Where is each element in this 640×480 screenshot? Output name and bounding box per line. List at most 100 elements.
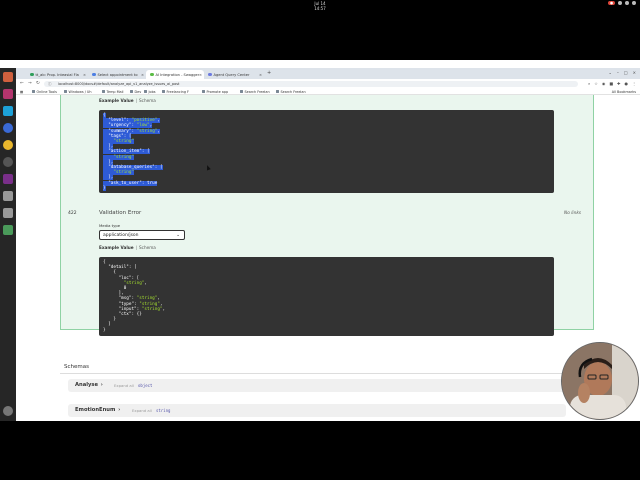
- extension-icon[interactable]: ■: [609, 81, 613, 86]
- bookmark-item[interactable]: Search Freelan: [276, 90, 306, 94]
- media-type-select[interactable]: application/json ⌄: [99, 230, 185, 240]
- url-text: localhost:8000/docs#/default/analyze_api…: [58, 81, 180, 86]
- folder-icon: [202, 89, 205, 93]
- folder-icon: [276, 89, 279, 93]
- folder-icon: [240, 89, 243, 93]
- app-icon[interactable]: [3, 174, 13, 184]
- maximize-icon[interactable]: □: [624, 70, 628, 75]
- model-expand[interactable]: Expand all: [132, 408, 152, 413]
- bookmark-label: Temp Mail: [106, 89, 124, 94]
- bookmark-item[interactable]: Temp Mail: [102, 90, 124, 94]
- puzzle-icon[interactable]: ✚: [617, 81, 620, 86]
- code-line: }: [103, 185, 550, 191]
- close-icon[interactable]: ×: [199, 73, 202, 77]
- bookmark-label: Search Freelan: [280, 89, 306, 94]
- close-icon[interactable]: ×: [259, 73, 262, 77]
- close-icon[interactable]: ×: [141, 73, 144, 77]
- code-token: ,: [162, 306, 166, 312]
- chevron-down-icon[interactable]: ⌄: [609, 70, 612, 75]
- all-bookmarks[interactable]: All Bookmarks: [612, 90, 636, 94]
- tab-favicon: [30, 72, 34, 76]
- drive-icon[interactable]: [3, 208, 13, 218]
- profile-icon[interactable]: ●: [625, 81, 629, 86]
- reload-icon[interactable]: ↻: [36, 81, 40, 86]
- bookmark-item[interactable]: Dev: [130, 90, 141, 94]
- tab-label: Select appointment to: [97, 72, 138, 77]
- schemas-title[interactable]: Schemas: [64, 364, 89, 370]
- bookmark-item[interactable]: Promote app: [202, 90, 228, 94]
- address-bar[interactable]: ⓘ localhost:8000/docs#/default/analyze_a…: [44, 80, 578, 87]
- chevron-right-icon: ›: [100, 382, 103, 388]
- code-token: "urgency": [108, 123, 132, 129]
- code-token: "string": [141, 306, 163, 312]
- schema-model[interactable]: EmotionEnum › Expand all string: [68, 404, 566, 417]
- code-token: : true: [141, 180, 158, 186]
- bookmark-label: Promote app: [206, 89, 229, 94]
- tab-label: Agent Query Center: [213, 72, 250, 77]
- folder-icon: [130, 89, 133, 93]
- toolbar: ← → ↻ ⓘ localhost:8000/docs#/default/ana…: [16, 79, 640, 88]
- desktop: tt_ab: Prop. Inteasial Fla × Select appoi…: [0, 60, 640, 421]
- recording-indicator[interactable]: ●: [607, 1, 615, 5]
- operation-panel: Example Value | Schema { "level": "positiv…: [60, 95, 594, 336]
- close-icon[interactable]: ×: [83, 73, 86, 77]
- network-icon[interactable]: [618, 1, 622, 5]
- validation-error-example-code[interactable]: { "detail": [ { "loc": [ "string", 0 ], …: [99, 257, 554, 336]
- model-type: string: [156, 408, 171, 413]
- media-type-value: application/json: [103, 233, 139, 238]
- forward-icon[interactable]: →: [28, 81, 32, 86]
- browser-tab[interactable]: tt_ab: Prop. Inteasial Fla ×: [26, 70, 88, 79]
- app-icon[interactable]: [3, 157, 13, 167]
- example-value-tab[interactable]: Example Value: [99, 245, 134, 250]
- chevron-down-icon: ⌄: [176, 232, 180, 238]
- code-token: }: [103, 185, 106, 191]
- model-name: Analyse ›: [75, 382, 103, 388]
- browser-tab[interactable]: Select appointment to ×: [88, 70, 146, 79]
- close-window-icon[interactable]: ×: [633, 70, 636, 75]
- schema-tab[interactable]: Schema: [139, 98, 156, 103]
- bookmark-label: Online Tools: [36, 89, 57, 94]
- system-top-bar: Jul 14 14:57 ●: [0, 0, 640, 11]
- example-value-tab[interactable]: Example Value: [99, 98, 134, 103]
- bookmark-item[interactable]: Windows / Uh: [64, 90, 92, 94]
- bookmark-label: Windows / Uh: [68, 89, 92, 94]
- browser-tab-active[interactable]: AI Integration - Swagger ×: [146, 70, 204, 79]
- schema-tab[interactable]: Schema: [139, 245, 156, 250]
- browser-tab[interactable]: Agent Query Center ×: [204, 70, 264, 79]
- editor-app-icon[interactable]: [3, 106, 13, 116]
- tab-label: tt_ab: Prop. Inteasial Fla: [35, 72, 79, 77]
- trash-icon[interactable]: [3, 225, 13, 235]
- code-token: }: [103, 327, 106, 333]
- minimize-icon[interactable]: –: [617, 70, 619, 75]
- status-description: Validation Error: [99, 210, 142, 216]
- app-icon[interactable]: [3, 123, 13, 133]
- bookmark-item[interactable]: Freelancing F: [162, 90, 189, 94]
- bookmark-item[interactable]: Jobs: [144, 90, 156, 94]
- schema-model[interactable]: Analyse › Expand all object: [68, 379, 566, 392]
- new-tab-button[interactable]: +: [267, 70, 271, 76]
- code-token: :: [131, 123, 137, 129]
- media-type-label: Media type: [99, 223, 121, 228]
- power-icon[interactable]: [632, 1, 636, 5]
- site-info-icon[interactable]: ⓘ: [48, 82, 52, 87]
- code-token: [103, 154, 114, 160]
- bookmark-item[interactable]: Online Tools: [32, 90, 57, 94]
- code-token: "low": [136, 123, 150, 129]
- extension-icon[interactable]: ◉: [602, 81, 606, 86]
- chrome-app-icon[interactable]: [3, 140, 13, 150]
- apps-icon[interactable]: ▦: [20, 90, 23, 94]
- bookmark-item[interactable]: Search Freelan: [240, 90, 270, 94]
- files-app-icon[interactable]: [3, 72, 13, 82]
- folder-icon: [64, 89, 67, 93]
- bookmark-star-icon[interactable]: ☆: [594, 81, 598, 86]
- volume-icon[interactable]: [625, 1, 629, 5]
- drive-icon[interactable]: [3, 191, 13, 201]
- menu-icon[interactable]: ⋮: [632, 81, 636, 86]
- back-icon[interactable]: ←: [20, 81, 24, 86]
- bookmarks-bar: ▦ Online Tools Windows / Uh Temp Mail De…: [16, 88, 640, 95]
- terminal-app-icon[interactable]: [3, 89, 13, 99]
- apps-grid-icon[interactable]: [3, 406, 13, 416]
- zoom-icon[interactable]: ⌕: [588, 81, 590, 86]
- response-example-code[interactable]: { "level": "positive", "urgency": "low",…: [99, 110, 554, 193]
- model-expand[interactable]: Expand all: [114, 383, 134, 388]
